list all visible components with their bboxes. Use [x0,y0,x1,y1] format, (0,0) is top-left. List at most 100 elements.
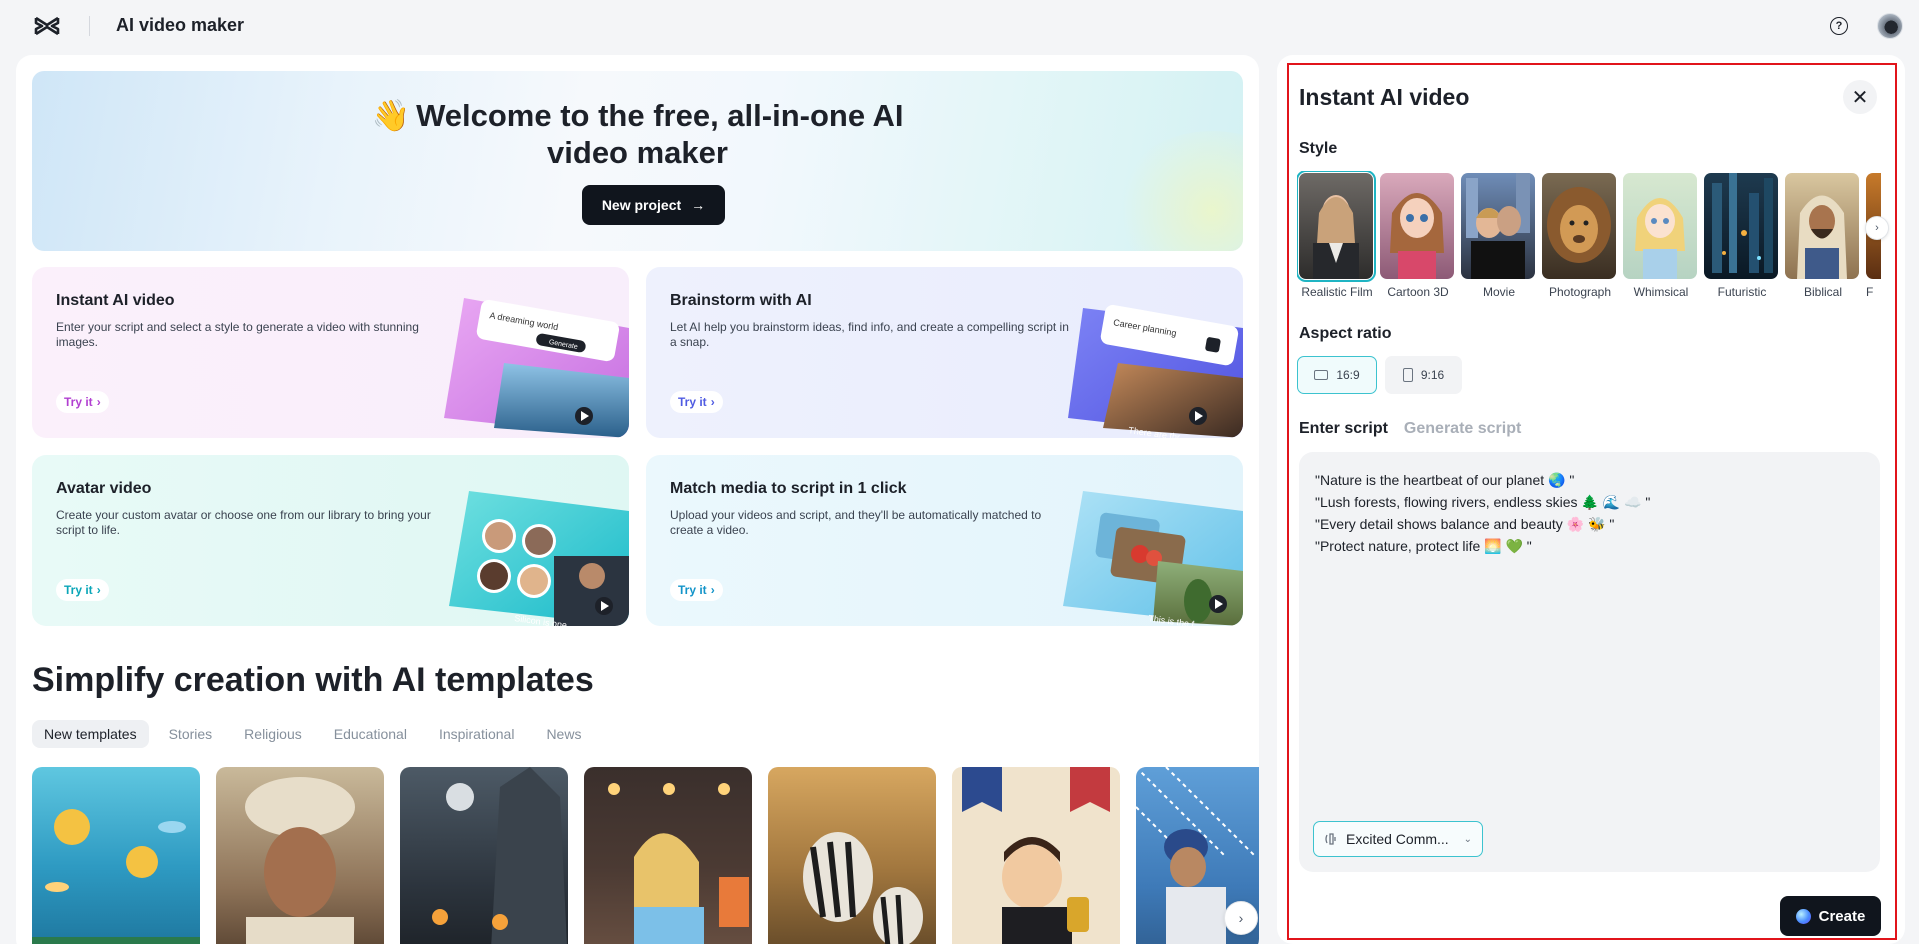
card-title: Match media to script in 1 click [670,480,907,497]
create-label: Create [1818,907,1866,925]
aspect-9-16-label: 9:16 [1420,368,1445,382]
style-thumbnail [1297,171,1376,282]
card-description: Upload your videos and script, and they'… [670,508,1042,537]
chevron-right-icon: › [710,583,715,597]
voice-select[interactable]: Excited Comm... ⌄ [1313,821,1483,857]
style-whimsical[interactable]: Whimsical [1623,173,1699,299]
close-icon: ✕ [1851,86,1869,109]
template-thumbnail [432,767,567,944]
style-name: Biblical [1803,285,1842,299]
script-tabs: Enter script Generate script [1299,420,1521,438]
voice-icon [1325,833,1336,845]
user-avatar[interactable] [1877,13,1903,39]
templates-next-button[interactable]: › [1224,901,1258,935]
style-futuristic[interactable]: Futuristic [1704,173,1780,299]
template-card[interactable] [216,767,384,944]
script-line: "Protect nature, protect life 🌅 💚 " [1315,538,1532,554]
close-button[interactable]: ✕ [1843,80,1877,114]
brainstorm-illustration: Career planning There are thr [1068,304,1243,438]
script-line: "Lush forests, flowing rivers, endless s… [1315,494,1651,510]
style-realistic-film[interactable]: Realistic Film [1297,171,1376,299]
card-title: Brainstorm with AI [670,292,812,309]
style-photograph[interactable]: Photograph [1542,173,1618,299]
script-line: "Nature is the heartbeat of our planet 🌏… [1315,472,1575,488]
card-description: Let AI help you brainstorm ideas, find i… [670,320,1069,349]
template-thumbnail [952,767,1120,944]
template-thumbnail [803,832,923,944]
new-project-label: New project [601,197,682,213]
style-biblical[interactable]: Biblical [1785,173,1861,299]
main-content: 👋 Welcome to the free, all-in-one AI vide… [16,55,1259,944]
filter-educational[interactable]: Educational [322,720,419,748]
try-it-button[interactable]: Try it › [56,391,109,413]
try-it-label: Try it [64,583,93,597]
style-list: Realistic Film Cartoon 3D Movie Photogra… [1297,171,1881,303]
hero-title: 👋 Welcome to the free, all-in-one AI vide… [32,97,1243,171]
template-card[interactable] [952,767,1120,944]
portrait-icon [1402,368,1413,382]
try-it-button[interactable]: Try it › [56,579,109,601]
template-card[interactable] [400,767,568,944]
avatar-illustration: Silicon is one [449,491,629,626]
hero-title-line1: Welcome to the free, all-in-one AI [416,98,904,133]
tab-enter-script[interactable]: Enter script [1299,420,1388,438]
template-thumbnail [608,783,749,944]
card-match-media[interactable]: Match media to script in 1 click Upload … [646,455,1243,626]
script-input[interactable]: "Nature is the heartbeat of our planet 🌏… [1299,452,1880,872]
style-name: Whimsical [1633,285,1689,299]
filter-news[interactable]: News [534,720,593,748]
template-card[interactable] [32,767,200,944]
app-title: AI video maker [116,15,245,35]
arrow-right-icon: → [691,197,706,213]
new-project-button[interactable]: New project → [582,185,725,225]
template-thumbnail [245,777,355,944]
landscape-icon [1314,370,1329,380]
template-card[interactable] [768,767,936,944]
template-filters: New templates Stories Religious Educatio… [32,720,593,748]
chevron-right-icon: › [1238,910,1244,926]
try-it-label: Try it [678,583,707,597]
waving-hand-icon: 👋 [371,98,411,133]
capcut-logo-icon[interactable] [33,14,61,38]
aspect-9-16-button[interactable]: 9:16 [1385,356,1462,394]
card-instant-ai-video[interactable]: Instant AI video Enter your script and s… [32,267,629,438]
style-name: Photograph [1548,285,1612,299]
style-thumbnail [1704,173,1778,279]
style-thumbnail [1380,173,1454,279]
style-movie[interactable]: Movie [1461,173,1537,299]
style-name: F [1866,285,1874,299]
card-avatar-video[interactable]: Avatar video Create your custom avatar o… [32,455,629,626]
card-brainstorm-with-ai[interactable]: Brainstorm with AI Let AI help you brain… [646,267,1243,438]
filter-new-templates[interactable]: New templates [32,720,149,748]
style-thumbnail [1623,173,1697,279]
card-description: Create your custom avatar or choose one … [56,508,431,537]
aspect-16-9-label: 16:9 [1336,368,1360,382]
style-cartoon-3d[interactable]: Cartoon 3D [1380,173,1456,299]
style-name: Cartoon 3D [1387,285,1449,299]
panel-title: Instant AI video [1299,84,1470,110]
style-name: Realistic Film [1301,285,1373,299]
style-next-button[interactable]: › [1865,216,1889,240]
voice-label: Excited Comm... [1346,831,1449,847]
aspect-16-9-button[interactable]: 16:9 [1297,356,1377,394]
tab-generate-script[interactable]: Generate script [1404,420,1521,438]
filter-stories[interactable]: Stories [157,720,225,748]
aspect-ratio-label: Aspect ratio [1299,325,1392,342]
try-it-button[interactable]: Try it › [670,391,723,413]
style-name: Movie [1482,285,1515,299]
try-it-button[interactable]: Try it › [670,579,723,601]
card-description: Enter your script and select a style to … [56,320,419,349]
help-icon[interactable]: ? [1830,17,1848,35]
filter-religious[interactable]: Religious [232,720,314,748]
instant-ai-illustration: A dreaming world Generate [444,298,629,438]
hero-banner: 👋 Welcome to the free, all-in-one AI vide… [32,71,1243,251]
card-title: Avatar video [56,480,152,497]
create-button[interactable]: Create [1780,896,1881,936]
try-it-label: Try it [64,395,93,409]
top-bar: AI video maker ? [0,0,1919,52]
style-thumbnail [1461,173,1535,279]
chevron-down-icon: ⌄ [1463,833,1472,845]
chevron-right-icon: › [96,583,101,597]
filter-inspirational[interactable]: Inspirational [427,720,527,748]
template-card[interactable] [584,767,752,944]
